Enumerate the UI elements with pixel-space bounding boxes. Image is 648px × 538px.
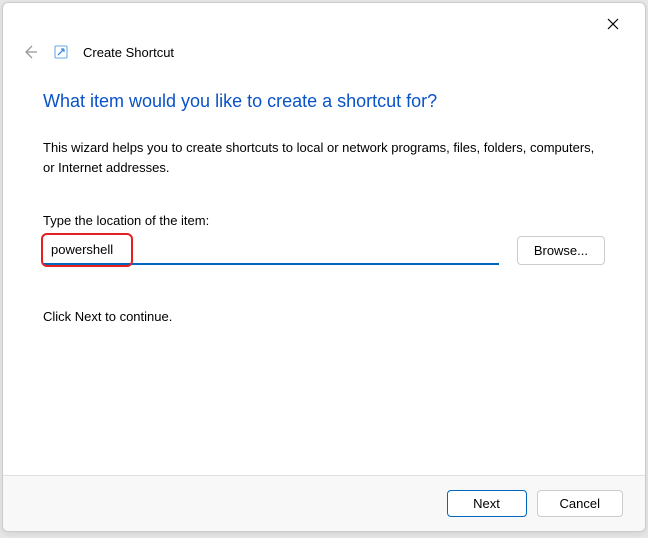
close-icon [607, 18, 619, 30]
continue-instruction: Click Next to continue. [43, 309, 605, 324]
shortcut-icon [53, 44, 69, 60]
close-button[interactable] [591, 9, 635, 39]
wizard-description: This wizard helps you to create shortcut… [43, 138, 605, 177]
footer: Next Cancel [3, 475, 645, 531]
next-button[interactable]: Next [447, 490, 527, 517]
cancel-button[interactable]: Cancel [537, 490, 623, 517]
input-row: Browse... [43, 236, 605, 265]
back-button[interactable] [21, 43, 39, 61]
location-input[interactable] [43, 236, 499, 265]
window-title: Create Shortcut [83, 45, 174, 60]
location-label: Type the location of the item: [43, 213, 605, 228]
wizard-heading: What item would you like to create a sho… [43, 91, 605, 112]
header-row: Create Shortcut [3, 39, 645, 73]
browse-button[interactable]: Browse... [517, 236, 605, 265]
back-arrow-icon [21, 43, 39, 61]
input-wrapper [43, 236, 499, 265]
content-area: What item would you like to create a sho… [3, 73, 645, 475]
titlebar [3, 3, 645, 39]
wizard-window: Create Shortcut What item would you like… [2, 2, 646, 532]
